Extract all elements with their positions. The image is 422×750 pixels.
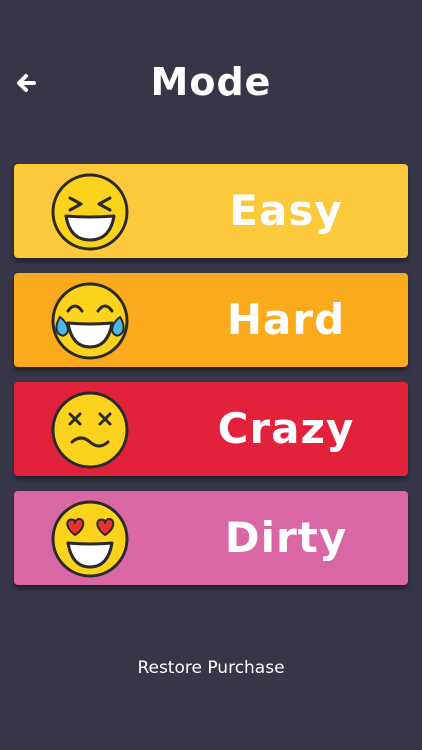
tears-of-joy-emoji-icon [50,281,130,361]
mode-easy-button[interactable]: Easy [14,164,408,258]
dizzy-face-emoji-icon [50,390,130,470]
grinning-squint-emoji-icon [50,172,130,252]
mode-crazy-label: Crazy [217,404,355,453]
mode-dirty-button[interactable]: Dirty [14,491,408,585]
mode-hard-label: Hard [226,295,346,344]
page-title: Mode [150,60,272,104]
heart-eyes-emoji-icon [50,499,130,579]
restore-purchase-button[interactable]: Restore Purchase [0,654,422,682]
mode-dirty-label: Dirty [224,513,348,562]
mode-crazy-button[interactable]: Crazy [14,382,408,476]
mode-easy-label: Easy [229,186,343,235]
mode-hard-button[interactable]: Hard [14,273,408,367]
header: Mode [0,0,422,150]
mode-list: Easy Hard Crazy Dirty [14,164,408,600]
